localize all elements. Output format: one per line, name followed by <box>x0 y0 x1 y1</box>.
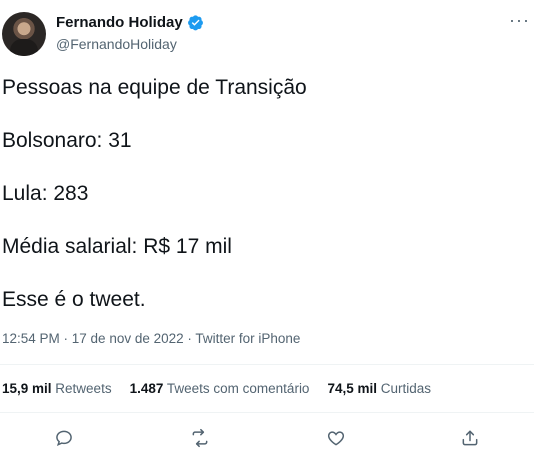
retweets-count: 15,9 mil <box>2 381 52 396</box>
likes-label: Curtidas <box>380 381 432 396</box>
tweet-text: Pessoas na equipe de Transição Bolsonaro… <box>2 75 307 340</box>
engagement-stats: 15,9 mil Retweets 1.487 Tweets com comen… <box>2 381 449 396</box>
likes-stat[interactable]: 74,5 mil Curtidas <box>327 381 431 396</box>
tweet-line: Média salarial: R$ 17 mil <box>2 235 232 258</box>
divider <box>0 412 534 413</box>
retweets-label: Retweets <box>55 381 112 396</box>
action-bar <box>0 424 534 452</box>
verified-badge-icon <box>187 14 204 31</box>
share-icon[interactable] <box>456 424 484 452</box>
retweet-icon[interactable] <box>186 424 214 452</box>
tweet-timestamp[interactable]: 12:54 PM · 17 de nov de 2022 · Twitter f… <box>2 331 300 346</box>
author-name-row: Fernando Holiday <box>56 14 204 31</box>
tweet-line: Esse é o tweet. <box>2 288 146 311</box>
avatar[interactable] <box>2 12 46 56</box>
likes-count: 74,5 mil <box>327 381 377 396</box>
quotes-label: Tweets com comentário <box>166 381 310 396</box>
retweets-stat[interactable]: 15,9 mil Retweets <box>2 381 112 396</box>
display-name[interactable]: Fernando Holiday <box>56 14 183 31</box>
divider <box>0 364 534 365</box>
tweet-line: Lula: 283 <box>2 182 89 205</box>
more-options-icon[interactable]: ··· <box>509 10 530 31</box>
like-icon[interactable] <box>322 424 350 452</box>
quotes-stat[interactable]: 1.487 Tweets com comentário <box>130 381 310 396</box>
tweet-line: Bolsonaro: 31 <box>2 129 132 152</box>
user-handle[interactable]: @FernandoHoliday <box>56 36 177 52</box>
tweet-line: Pessoas na equipe de Transição <box>2 76 307 99</box>
quotes-count: 1.487 <box>129 381 164 396</box>
reply-icon[interactable] <box>50 424 78 452</box>
